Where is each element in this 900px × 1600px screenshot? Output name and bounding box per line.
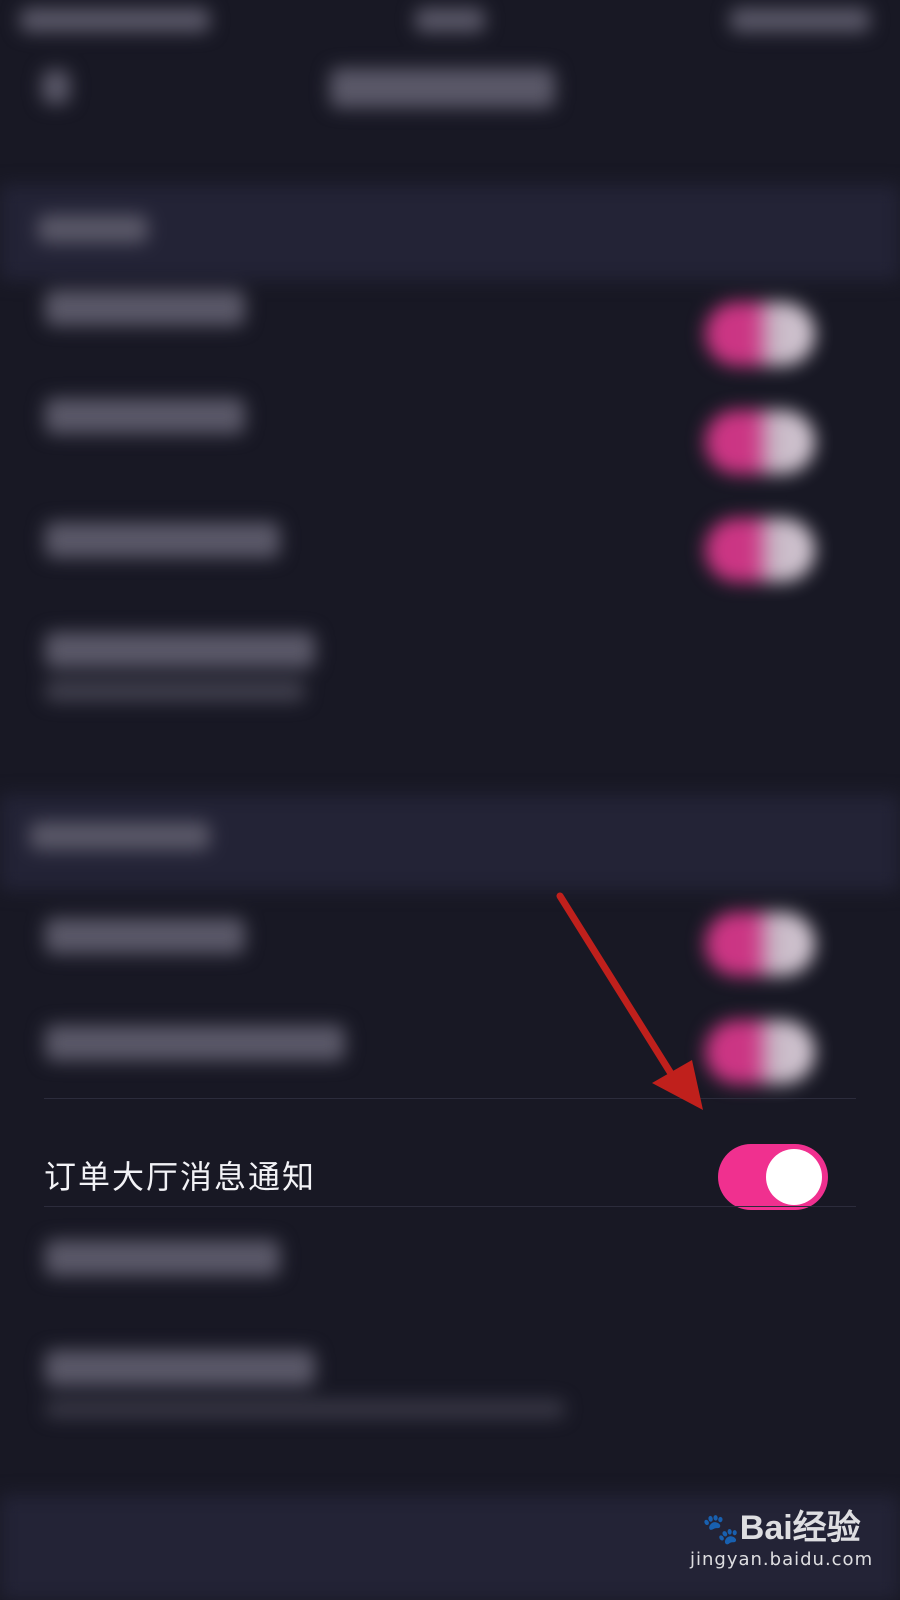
blurred-row-sublabel-8 — [45, 1400, 565, 1418]
baidu-jingyan-watermark: 🐾Bai经验 jingyan.baidu.com — [690, 1500, 873, 1570]
blurred-row-label-4 — [45, 632, 315, 668]
status-bar-left — [20, 8, 210, 32]
watermark-url: jingyan.baidu.com — [690, 1549, 874, 1570]
back-icon — [42, 70, 70, 104]
order-hall-notification-row: 订单大厅消息通知 — [0, 1122, 900, 1230]
blurred-row-label-5 — [45, 918, 245, 954]
blurred-row-label-3 — [45, 522, 280, 558]
blurred-row-label-1 — [45, 290, 245, 326]
watermark-logo: 🐾Bai经验 — [702, 1509, 861, 1547]
row-divider-bottom — [44, 1206, 856, 1207]
order-hall-notification-toggle[interactable] — [718, 1144, 828, 1210]
blurred-section-title-2 — [30, 822, 210, 850]
row-divider-top — [44, 1098, 856, 1099]
blurred-section-title-1 — [38, 215, 148, 243]
status-bar-right — [730, 8, 870, 32]
blurred-toggle-3 — [705, 518, 815, 582]
blurred-settings-background — [0, 0, 900, 1600]
status-bar-center — [415, 8, 485, 32]
toggle-knob — [766, 1149, 822, 1205]
blurred-row-label-8 — [45, 1350, 315, 1386]
blurred-toggle-6 — [705, 1020, 815, 1084]
blurred-toggle-5 — [705, 912, 815, 976]
blurred-toggle-1 — [705, 302, 815, 366]
blurred-toggle-2 — [705, 410, 815, 474]
blurred-page-title — [330, 68, 555, 108]
blurred-row-label-6 — [45, 1025, 345, 1061]
baidu-paw-icon: 🐾 — [702, 1513, 740, 1546]
order-hall-notification-label: 订单大厅消息通知 — [44, 1158, 317, 1196]
blurred-row-sublabel-4 — [45, 680, 305, 702]
blurred-row-label-7 — [45, 1240, 280, 1276]
blurred-row-label-2 — [45, 398, 245, 434]
